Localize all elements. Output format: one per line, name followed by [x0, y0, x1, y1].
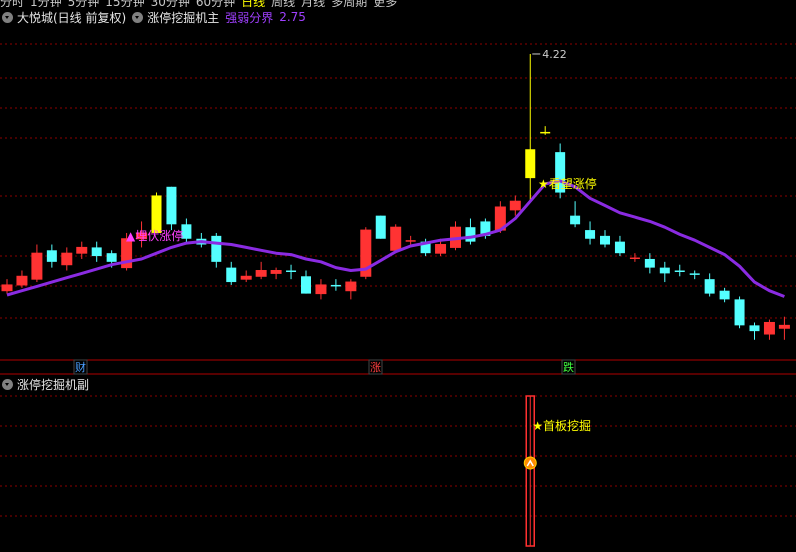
candle-body-38 — [570, 215, 581, 225]
candle-body-51 — [763, 321, 775, 335]
event-marker-0: 财 — [75, 360, 86, 374]
candle-body-48 — [719, 290, 730, 300]
candle-body-5 — [76, 246, 88, 254]
candle-body-21 — [315, 284, 327, 295]
candle-body-47 — [704, 279, 715, 294]
candle-body-36 — [540, 131, 551, 134]
candle-body-46 — [689, 273, 700, 275]
candle-body-17 — [255, 270, 267, 277]
candle-body-39 — [585, 230, 596, 239]
candle-body-44 — [659, 267, 670, 274]
candle-body-0 — [1, 284, 13, 292]
candle-body-10 — [151, 195, 162, 233]
candle-body-29 — [435, 244, 447, 254]
annotation-watch-limit-up: ★看望涨停 — [538, 176, 597, 191]
candle-body-41 — [614, 241, 625, 254]
signal-circle-icon — [523, 456, 537, 470]
candle-body-42 — [629, 257, 640, 260]
candle-body-35 — [525, 149, 536, 179]
candle-body-40 — [600, 235, 610, 245]
candle-body-31 — [465, 227, 476, 242]
candle-body-25 — [375, 215, 386, 239]
candle-body-18 — [270, 270, 282, 274]
candle-body-45 — [674, 270, 685, 273]
candle-body-1 — [16, 275, 28, 286]
kline-chart[interactable]: 4.22 ▲埋伏涨停 ★看望涨停财 涨 跌 ★首板挖掘 — [0, 0, 796, 552]
candle-body-16 — [240, 275, 252, 280]
candle-body-52 — [778, 324, 790, 329]
candle-body-15 — [226, 267, 237, 283]
candle-body-4 — [61, 252, 73, 266]
candle-body-6 — [91, 247, 102, 257]
candle-body-20 — [301, 276, 311, 294]
event-marker-2: 跌 — [563, 360, 574, 374]
candle-body-14 — [211, 235, 222, 262]
candle-body-11 — [166, 186, 177, 225]
candle-body-7 — [106, 253, 117, 262]
candle-body-3 — [46, 250, 57, 262]
candle-body-50 — [749, 325, 760, 332]
annotation-ambush-limit-up: ▲埋伏涨停 — [126, 228, 183, 243]
candle-body-23 — [345, 281, 357, 292]
candle-body-27 — [405, 240, 416, 242]
candle-body-26 — [390, 226, 402, 251]
candle-body-22 — [330, 284, 341, 287]
candle-body-43 — [644, 258, 655, 268]
candle-body-19 — [286, 270, 297, 273]
annotation-first-board: ★首板挖掘 — [532, 418, 591, 433]
candle-body-34 — [509, 200, 521, 211]
max-price-label: 4.22 — [542, 48, 567, 61]
event-marker-1: 涨 — [370, 361, 381, 374]
candle-body-49 — [734, 299, 745, 326]
candle-body-2 — [31, 252, 43, 280]
